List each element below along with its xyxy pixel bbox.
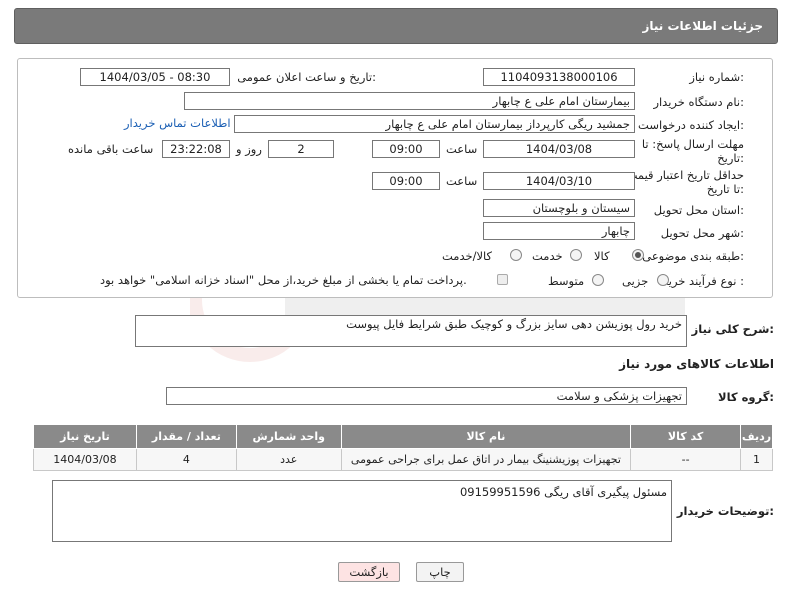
delivery-province-label: استان محل تحویل:: [653, 203, 744, 217]
page-title: جزئیات اطلاعات نیاز: [642, 19, 763, 33]
purchase-option-medium: متوسط: [548, 274, 585, 288]
purchase-radio-minor[interactable]: [657, 274, 669, 286]
description-label: شرح کلی نیاز:: [691, 322, 774, 336]
description-field[interactable]: خرید رول پوزیشن دهی سایز بزرگ و کوچیک طب…: [135, 315, 687, 347]
response-deadline-label: مهلت ارسال پاسخ: تا تاریخ:: [641, 137, 744, 165]
requester-label: ایجاد کننده درخواست:: [638, 118, 744, 132]
buyer-org-field: بیمارستان امام علی ع چابهار: [184, 92, 635, 110]
remaining-time-field: 23:22:08: [162, 140, 230, 158]
table-row: 1404/03/08 4 عدد تجهیزات پوزیشنینگ بیمار…: [33, 448, 774, 471]
buyer-org-label: نام دستگاه خریدار:: [653, 95, 744, 109]
items-table: تاریخ نیاز تعداد / مقدار واحد شمارش نام …: [33, 424, 774, 471]
purchase-type-label: نوع فرآیند خرید :: [662, 274, 744, 288]
category-radio-service[interactable]: [570, 249, 582, 261]
response-date-field: 1404/03/08: [483, 140, 635, 158]
price-validity-time-field: 09:00: [372, 172, 440, 190]
goods-group-field: تجهیزات پزشکی و سلامت: [166, 387, 687, 405]
delivery-city-label: شهر محل تحویل:: [660, 226, 744, 240]
remaining-label: ساعت باقی مانده: [68, 142, 154, 156]
price-validity-time-label: ساعت: [446, 174, 478, 188]
price-validity-date-field: 1404/03/10: [483, 172, 635, 190]
col-unit: واحد شمارش: [235, 424, 342, 449]
response-time-field: 09:00: [372, 140, 440, 158]
announce-datetime-field: 1404/03/05 - 08:30: [80, 68, 230, 86]
cell-row-number: 1: [739, 448, 774, 471]
col-row-number: ردیف: [739, 424, 774, 449]
days-label: روز و: [236, 142, 262, 156]
buyer-notes-field[interactable]: مسئول پیگیری آقای ریگی 09159951596: [52, 480, 672, 542]
requester-field: جمشید ریگی کارپرداز بیمارستان امام علی ع…: [234, 115, 635, 133]
cell-unit: عدد: [235, 448, 342, 471]
cell-quantity: 4: [135, 448, 237, 471]
category-option-service: خدمت: [532, 249, 563, 263]
cell-need-date: 1404/03/08: [33, 448, 137, 471]
category-option-goods-service: کالا/خدمت: [442, 249, 493, 263]
response-time-label: ساعت: [446, 142, 478, 156]
cell-item-code: --: [630, 448, 741, 471]
buyer-contact-link[interactable]: اطلاعات تماس خریدار: [124, 116, 231, 130]
category-label: طبقه بندی موضوعی:: [642, 249, 744, 263]
announce-datetime-label: تاریخ و ساعت اعلان عمومی:: [237, 70, 376, 84]
print-button[interactable]: چاپ: [416, 562, 464, 582]
delivery-city-field: چابهار: [483, 222, 635, 240]
days-field: 2: [268, 140, 334, 158]
treasury-payment-checkbox[interactable]: [497, 274, 508, 285]
purchase-radio-medium[interactable]: [592, 274, 604, 286]
need-number-field: 1104093138000106: [483, 68, 635, 86]
col-item-code: کد کالا: [630, 424, 741, 449]
delivery-province-field: سیستان و بلوچستان: [483, 199, 635, 217]
col-item-name: نام کالا: [340, 424, 632, 449]
need-number-label: شماره نیاز:: [689, 70, 744, 84]
col-quantity: تعداد / مقدار: [135, 424, 237, 449]
buyer-notes-label: توضیحات خریدار:: [676, 504, 774, 518]
goods-group-label: گروه کالا:: [718, 390, 774, 404]
category-option-goods: کالا: [594, 249, 610, 263]
back-button[interactable]: بازگشت: [338, 562, 400, 582]
cell-item-name: تجهیزات پوزیشنینگ بیمار در اتاق عمل برای…: [340, 448, 632, 471]
category-radio-goods[interactable]: [632, 249, 644, 261]
col-need-date: تاریخ نیاز: [33, 424, 137, 449]
items-table-header: تاریخ نیاز تعداد / مقدار واحد شمارش نام …: [33, 424, 774, 449]
page-header: جزئیات اطلاعات نیاز: [14, 8, 778, 44]
treasury-payment-note: پرداخت تمام یا بخشی از مبلغ خرید،از محل …: [100, 273, 467, 287]
purchase-option-minor: جزیی: [622, 274, 649, 288]
goods-section-title: اطلاعات کالاهای مورد نیاز: [619, 357, 774, 371]
category-radio-goods-service[interactable]: [510, 249, 522, 261]
